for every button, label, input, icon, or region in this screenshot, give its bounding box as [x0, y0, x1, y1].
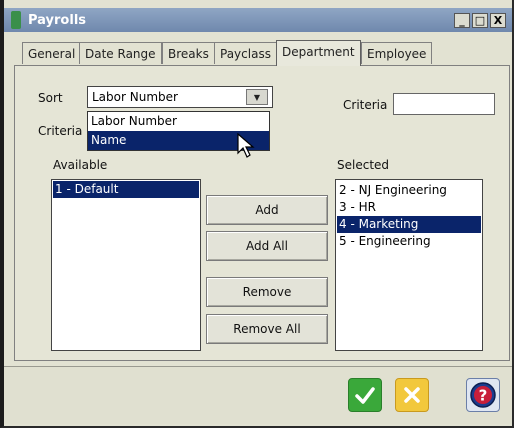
- list-item[interactable]: 3 - HR: [337, 199, 481, 216]
- tab-breaks[interactable]: Breaks: [162, 42, 215, 64]
- close-button[interactable]: X: [490, 13, 506, 28]
- add-button[interactable]: Add: [206, 195, 328, 225]
- tab-date-range[interactable]: Date Range: [79, 42, 162, 64]
- tab-department[interactable]: Department: [276, 40, 361, 66]
- help-button[interactable]: ?: [466, 378, 500, 412]
- minimize-button[interactable]: _: [454, 13, 470, 28]
- tab-employee[interactable]: Employee: [361, 42, 433, 64]
- criteria-label: Criteria: [38, 124, 83, 138]
- ok-button[interactable]: [348, 378, 382, 412]
- svg-text:?: ?: [479, 387, 488, 405]
- cancel-button[interactable]: [395, 378, 429, 412]
- dialog-footer: [4, 366, 512, 424]
- criteria-input[interactable]: [393, 93, 495, 115]
- list-item[interactable]: 4 - Marketing: [337, 216, 481, 233]
- remove-button[interactable]: Remove: [206, 277, 328, 307]
- available-label: Available: [53, 158, 108, 172]
- remove-all-button[interactable]: Remove All: [206, 314, 328, 344]
- selected-label: Selected: [337, 158, 390, 172]
- help-question-icon: ?: [470, 382, 496, 408]
- tab-payclass[interactable]: Payclass: [214, 42, 277, 64]
- maximize-button[interactable]: □: [472, 13, 488, 28]
- checkmark-icon: [355, 387, 375, 404]
- app-logo-icon: [11, 11, 21, 29]
- list-item[interactable]: 2 - NJ Engineering: [337, 182, 481, 199]
- chevron-down-icon[interactable]: ▼: [246, 89, 268, 105]
- mouse-cursor-icon: [237, 133, 255, 158]
- list-item[interactable]: 1 - Default: [53, 181, 199, 198]
- cancel-x-icon: [404, 387, 420, 403]
- available-listbox[interactable]: [51, 179, 201, 351]
- list-item[interactable]: 5 - Engineering: [337, 233, 481, 250]
- criteria-right-label: Criteria: [343, 98, 388, 112]
- tab-general[interactable]: General: [22, 42, 82, 64]
- add-all-button[interactable]: Add All: [206, 231, 328, 261]
- window-title: Payrolls: [28, 13, 87, 28]
- sort-option-labor-number[interactable]: Labor Number: [88, 112, 269, 131]
- sort-label: Sort: [38, 91, 63, 105]
